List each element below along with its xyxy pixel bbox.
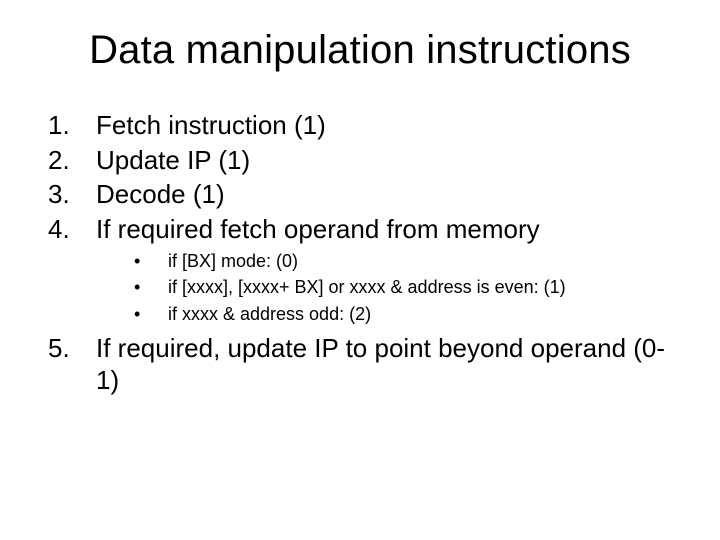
sub-list-item: • if xxxx & address odd: (2) — [134, 302, 680, 326]
sub-list-item: • if [BX] mode: (0) — [134, 249, 680, 273]
list-item: 5. If required, update IP to point beyon… — [48, 332, 680, 397]
bullet-icon: • — [134, 249, 168, 273]
sub-list-text: if xxxx & address odd: (2) — [168, 302, 680, 326]
list-text: If required fetch operand from memory — [96, 213, 680, 246]
list-text: Update IP (1) — [96, 144, 680, 177]
numbered-list-continued: 5. If required, update IP to point beyon… — [40, 332, 680, 397]
slide: Data manipulation instructions 1. Fetch … — [0, 0, 720, 540]
bullet-icon: • — [134, 275, 168, 299]
list-item: 1. Fetch instruction (1) — [48, 109, 680, 142]
list-item: 4. If required fetch operand from memory — [48, 213, 680, 246]
list-item: 2. Update IP (1) — [48, 144, 680, 177]
slide-title: Data manipulation instructions — [40, 28, 680, 73]
list-text: Fetch instruction (1) — [96, 109, 680, 142]
list-text: Decode (1) — [96, 178, 680, 211]
list-number: 2. — [48, 144, 96, 177]
sub-bullet-list: • if [BX] mode: (0) • if [xxxx], [xxxx+ … — [40, 249, 680, 326]
list-item: 3. Decode (1) — [48, 178, 680, 211]
sub-list-item: • if [xxxx], [xxxx+ BX] or xxxx & addres… — [134, 275, 680, 299]
list-number: 4. — [48, 213, 96, 246]
bullet-icon: • — [134, 302, 168, 326]
list-number: 1. — [48, 109, 96, 142]
list-number: 5. — [48, 332, 96, 397]
sub-list-text: if [xxxx], [xxxx+ BX] or xxxx & address … — [168, 275, 680, 299]
numbered-list: 1. Fetch instruction (1) 2. Update IP (1… — [40, 109, 680, 245]
list-number: 3. — [48, 178, 96, 211]
sub-list-text: if [BX] mode: (0) — [168, 249, 680, 273]
list-text: If required, update IP to point beyond o… — [96, 332, 680, 397]
